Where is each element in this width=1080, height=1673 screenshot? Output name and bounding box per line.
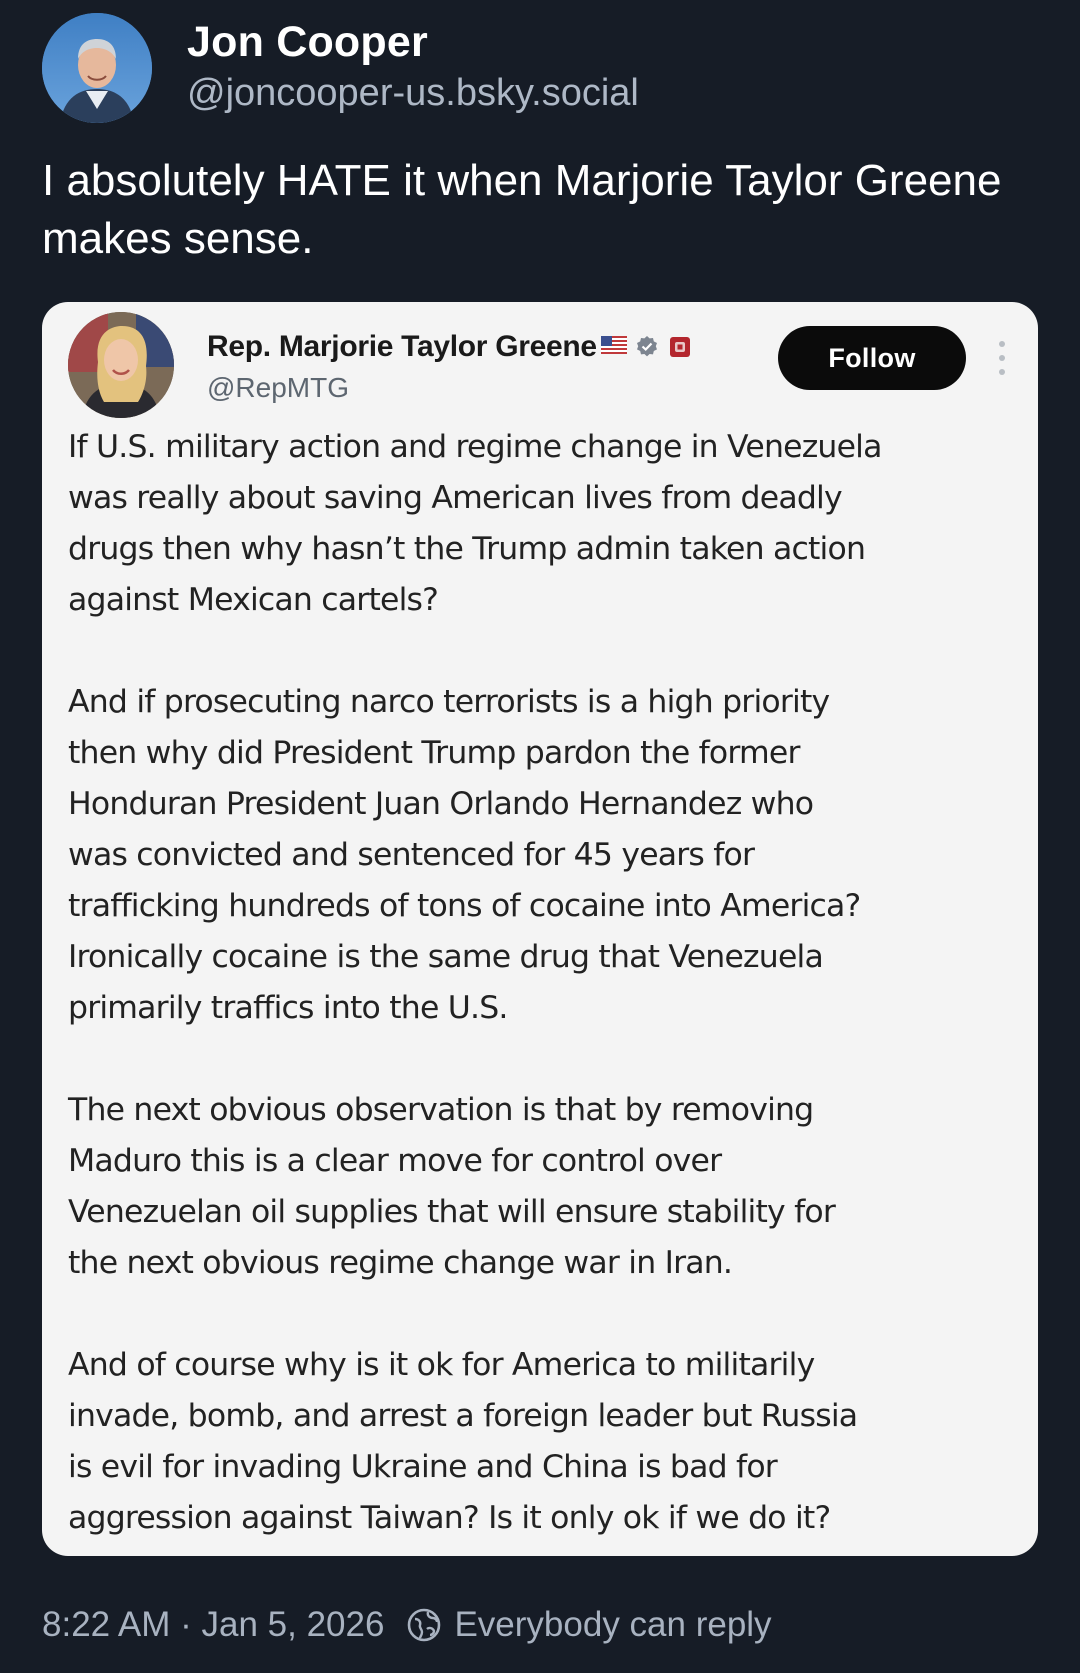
post-text: I absolutely HATE it when Marjorie Taylo… <box>42 156 1002 263</box>
embed-name-row: Rep. Marjorie Taylor Greene <box>207 330 691 364</box>
embed-paragraph-4: And of course why is it ok for America t… <box>68 1347 858 1536</box>
author-handle[interactable]: @joncooper-us.bsky.social <box>187 69 639 118</box>
embed-paragraph-3: The next obvious observation is that by … <box>68 1092 836 1281</box>
more-options-icon[interactable] <box>994 338 1010 378</box>
embed-profile-photo-icon <box>68 312 174 418</box>
post: Jon Cooper @joncooper-us.bsky.social I a… <box>0 0 1080 1673</box>
embed-handle: @RepMTG <box>207 372 349 403</box>
embed-display-name: Rep. Marjorie Taylor Greene <box>207 330 597 363</box>
embed-paragraph-1: If U.S. military action and regime chang… <box>68 429 882 618</box>
post-footer: 8:22 AM · Jan 5, 2026 Everybody can repl… <box>42 1600 772 1650</box>
author-row: Jon Cooper @joncooper-us.bsky.social <box>42 12 639 124</box>
follow-button[interactable]: Follow <box>778 326 966 390</box>
verified-badge-icon <box>636 336 657 357</box>
author-avatar[interactable] <box>42 13 152 123</box>
embed-body: If U.S. military action and regime chang… <box>68 422 1018 1556</box>
profile-photo-icon <box>42 13 152 123</box>
author-name[interactable]: Jon Cooper <box>187 18 639 67</box>
government-badge-icon <box>669 337 690 357</box>
author-meta: Jon Cooper @joncooper-us.bsky.social <box>187 18 639 119</box>
globe-icon <box>408 1608 441 1642</box>
us-flag-icon <box>600 336 627 354</box>
post-timestamp[interactable]: 8:22 AM · Jan 5, 2026 <box>42 1605 384 1645</box>
embedded-screenshot[interactable]: Rep. Marjorie Taylor Greene @RepMTG Foll… <box>42 302 1038 1556</box>
embed-avatar <box>68 312 174 418</box>
reply-setting[interactable]: Everybody can reply <box>454 1605 771 1645</box>
embed-paragraph-2: And if prosecuting narco terrorists is a… <box>68 684 861 1026</box>
embed-header: Rep. Marjorie Taylor Greene @RepMTG Foll… <box>64 310 1014 422</box>
